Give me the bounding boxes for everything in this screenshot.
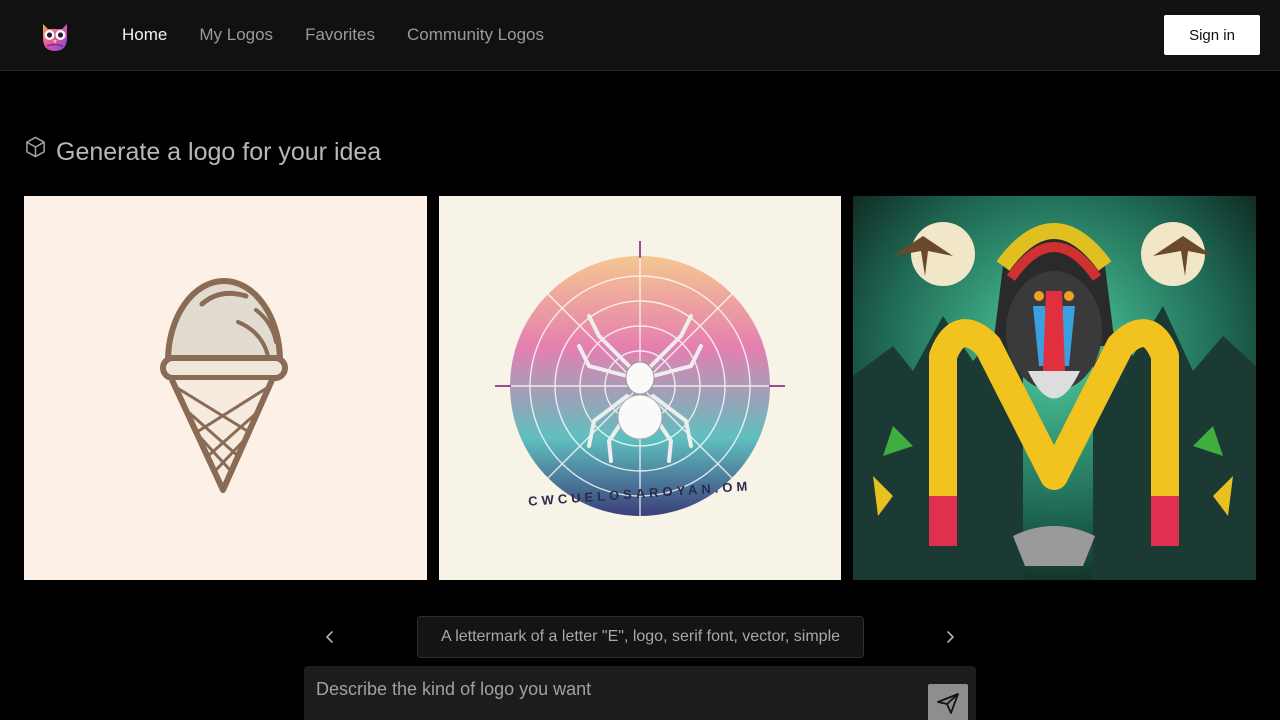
top-navbar: Home My Logos Favorites Community Logos … [0,0,1280,71]
sign-in-button[interactable]: Sign in [1164,15,1260,55]
page-title: Generate a logo for your idea [56,138,382,166]
logo-description-input[interactable] [304,666,914,712]
gallery-card-ice-cream[interactable] [24,196,427,580]
nav-my-logos[interactable]: My Logos [199,25,273,45]
prompt-suggestion-chip[interactable]: A lettermark of a letter "E", logo, seri… [417,616,864,658]
nav-community-logos[interactable]: Community Logos [407,25,544,45]
chevron-right-icon[interactable] [937,624,963,650]
page-heading: Generate a logo for your idea [24,132,381,167]
owl-logo-icon[interactable] [36,16,74,54]
mandrill-letter-m-illustration [853,196,1256,580]
spider-web-illustration: CWCUELOSAROYAN.OM [439,196,841,580]
gallery-card-mandrill[interactable] [853,196,1256,580]
prompt-box [304,666,976,720]
send-icon [936,691,960,718]
send-button[interactable] [928,684,968,720]
chevron-left-icon[interactable] [317,624,343,650]
gallery-card-spider[interactable]: CWCUELOSAROYAN.OM [439,196,841,580]
main-nav: Home My Logos Favorites Community Logos [122,0,544,70]
nav-favorites[interactable]: Favorites [305,25,375,45]
ice-cream-cone-illustration [24,196,427,580]
cube-icon [24,135,47,164]
nav-home[interactable]: Home [122,25,167,45]
